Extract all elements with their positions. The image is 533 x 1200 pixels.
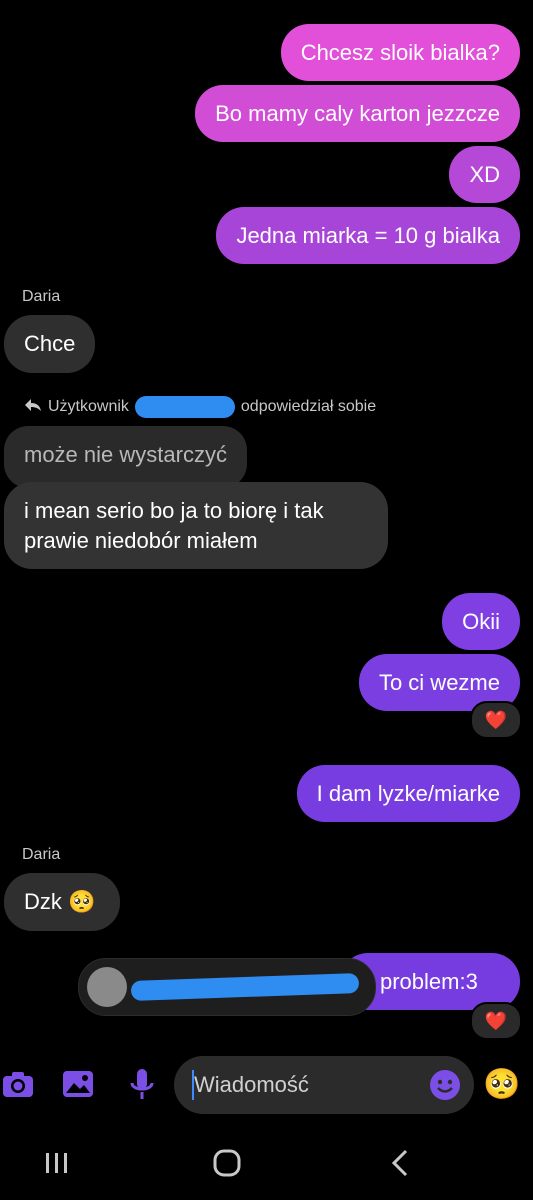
redacted-scribble <box>130 973 360 1001</box>
recents-icon[interactable] <box>44 1150 70 1181</box>
gallery-icon[interactable] <box>60 1066 96 1102</box>
incoming-message[interactable]: i mean serio bo ja to biorę i tak prawie… <box>4 482 388 569</box>
outgoing-message[interactable]: Bo mamy caly karton jezzcze <box>195 85 520 142</box>
reply-note: Użytkownik odpowiedział sobie <box>24 396 376 418</box>
outgoing-message[interactable]: I dam lyzke/miarke <box>296 765 520 822</box>
back-icon[interactable] <box>388 1148 412 1183</box>
sender-name: Daria <box>22 288 61 305</box>
message-input-placeholder: Wiadomość <box>194 1072 309 1097</box>
outgoing-message[interactable]: Jedna miarka = 10 g bialka <box>216 207 520 264</box>
message-text: Chce <box>24 331 76 356</box>
heart-reaction[interactable]: ❤️ <box>470 701 522 739</box>
sender-name: Daria <box>22 846 61 863</box>
heart-icon: ❤️ <box>484 709 508 730</box>
message-text: Chcesz sloik bialka? <box>300 40 500 65</box>
message-text: I dam lyzke/miarke <box>316 781 500 806</box>
message-text: Okii <box>462 609 500 634</box>
message-input[interactable]: Wiadomość <box>174 1056 474 1114</box>
incoming-message[interactable]: Dzk 🥺 <box>4 873 120 931</box>
pleading-face-emoji: 🥺 <box>68 889 96 914</box>
outgoing-message[interactable]: Okii <box>442 593 520 650</box>
heart-reaction[interactable]: ❤️ <box>470 1002 522 1040</box>
heart-icon: ❤️ <box>484 1010 508 1031</box>
message-text: Bo mamy caly karton jezzcze <box>215 101 500 126</box>
reply-prefix: Użytkownik <box>48 398 129 415</box>
message-text: może nie wystarczyć <box>24 442 227 467</box>
redacted-scribble <box>134 396 235 418</box>
message-text: Jedna miarka = 10 g bialka <box>236 223 500 248</box>
incoming-message[interactable]: Chce <box>4 315 96 373</box>
message-text: i mean serio bo ja to biorę i tak <box>24 498 324 523</box>
outgoing-message[interactable]: XD <box>449 146 520 203</box>
composer-bar: Wiadomość 🥺 <box>0 1050 533 1120</box>
message-text: problem:3 <box>380 969 478 994</box>
emoji-icon[interactable] <box>428 1068 462 1102</box>
reply-preview[interactable] <box>78 958 376 1016</box>
home-icon[interactable] <box>212 1148 242 1183</box>
message-text: XD <box>469 162 500 187</box>
reply-arrow-icon <box>24 398 42 417</box>
reply-suffix: odpowiedział sobie <box>240 398 377 415</box>
microphone-icon[interactable] <box>124 1066 160 1102</box>
quoted-message[interactable]: może nie wystarczyć <box>4 426 247 488</box>
message-text: prawie niedobór miałem <box>24 528 258 553</box>
pleading-face-emoji: 🥺 <box>483 1067 521 1101</box>
message-text: Dzk <box>24 889 62 914</box>
outgoing-message[interactable]: Chcesz sloik bialka? <box>280 24 520 81</box>
camera-icon[interactable] <box>0 1066 36 1102</box>
system-nav-bar <box>0 1140 533 1190</box>
quick-emoji-button[interactable]: 🥺 <box>482 1066 522 1102</box>
avatar <box>87 967 127 1007</box>
message-text: To ci wezme <box>378 670 500 695</box>
